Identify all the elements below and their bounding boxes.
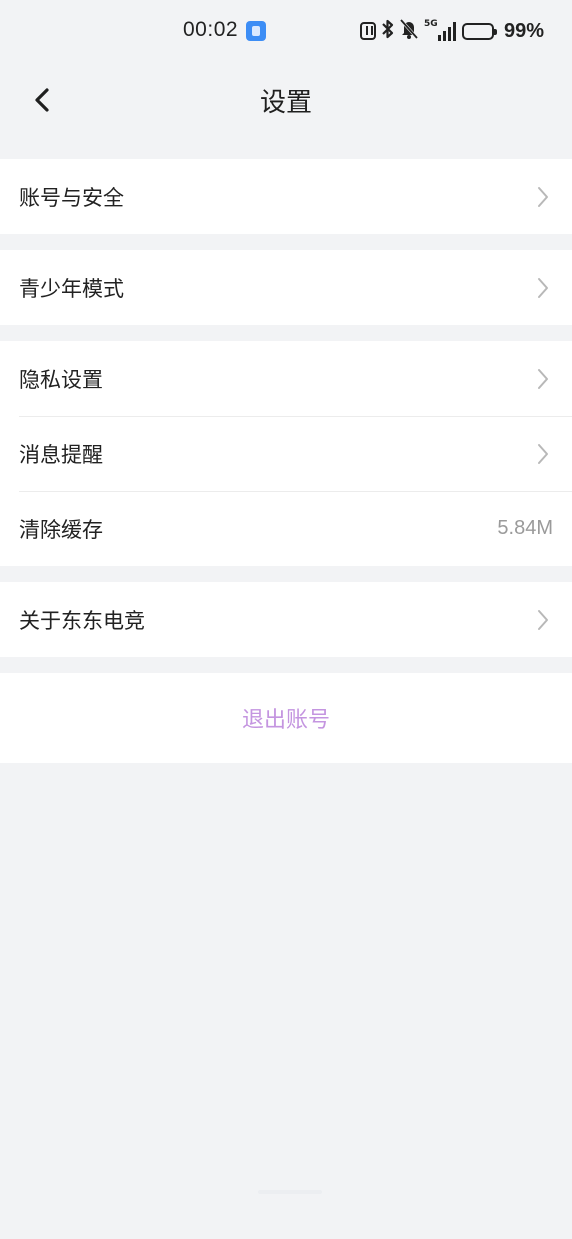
- settings-item-label: 账号与安全: [19, 185, 124, 210]
- settings-item-about[interactable]: 关于东东电竞: [0, 582, 572, 657]
- status-time: 00:02: [183, 18, 239, 41]
- settings-item-clear-cache[interactable]: 清除缓存 5.84M: [0, 491, 572, 566]
- chevron-right-icon: [538, 369, 548, 389]
- chevron-right-icon: [538, 444, 548, 464]
- app-notification-icon: [246, 21, 266, 41]
- nfc-icon: [359, 22, 376, 40]
- settings-item-youth-mode[interactable]: 青少年模式: [0, 250, 572, 325]
- cache-size-value: 5.84M: [497, 517, 553, 539]
- settings-item-label: 隐私设置: [19, 367, 103, 392]
- mute-icon: [399, 19, 419, 43]
- settings-item-privacy[interactable]: 隐私设置: [0, 341, 572, 416]
- group-about: 关于东东电竞: [0, 582, 572, 657]
- chevron-right-icon: [538, 610, 548, 630]
- status-icons: 5G 99%: [359, 17, 544, 45]
- settings-item-label: 关于东东电竞: [19, 608, 145, 633]
- bluetooth-icon: [382, 19, 394, 43]
- settings-item-label: 清除缓存: [19, 517, 103, 542]
- settings-item-notifications[interactable]: 消息提醒: [0, 416, 572, 491]
- battery-percentage: 99%: [503, 19, 544, 42]
- page-title: 设置: [259, 88, 312, 118]
- chevron-right-icon: [538, 278, 548, 298]
- nav-bar: 设置: [0, 64, 572, 136]
- settings-item-account-security[interactable]: 账号与安全: [0, 159, 572, 234]
- logout-button[interactable]: 退出账号: [0, 673, 572, 763]
- home-indicator: [258, 1190, 322, 1194]
- signal-icon: 5G: [424, 19, 456, 41]
- settings-item-label: 青少年模式: [19, 276, 124, 301]
- group-youth: 青少年模式: [0, 250, 572, 325]
- chevron-right-icon: [538, 187, 548, 207]
- battery-icon: [461, 22, 497, 40]
- logout-label: 退出账号: [241, 708, 330, 733]
- settings-item-label: 消息提醒: [19, 442, 103, 467]
- group-account: 账号与安全: [0, 159, 572, 234]
- settings-screen: 00:02 5G 99% 设置 账号与安全 青少年模式 隐私设置 消息提醒 清除…: [0, 0, 572, 1239]
- status-bar: 00:02 5G 99%: [0, 0, 572, 64]
- group-preferences: 隐私设置 消息提醒 清除缓存 5.84M: [0, 341, 572, 566]
